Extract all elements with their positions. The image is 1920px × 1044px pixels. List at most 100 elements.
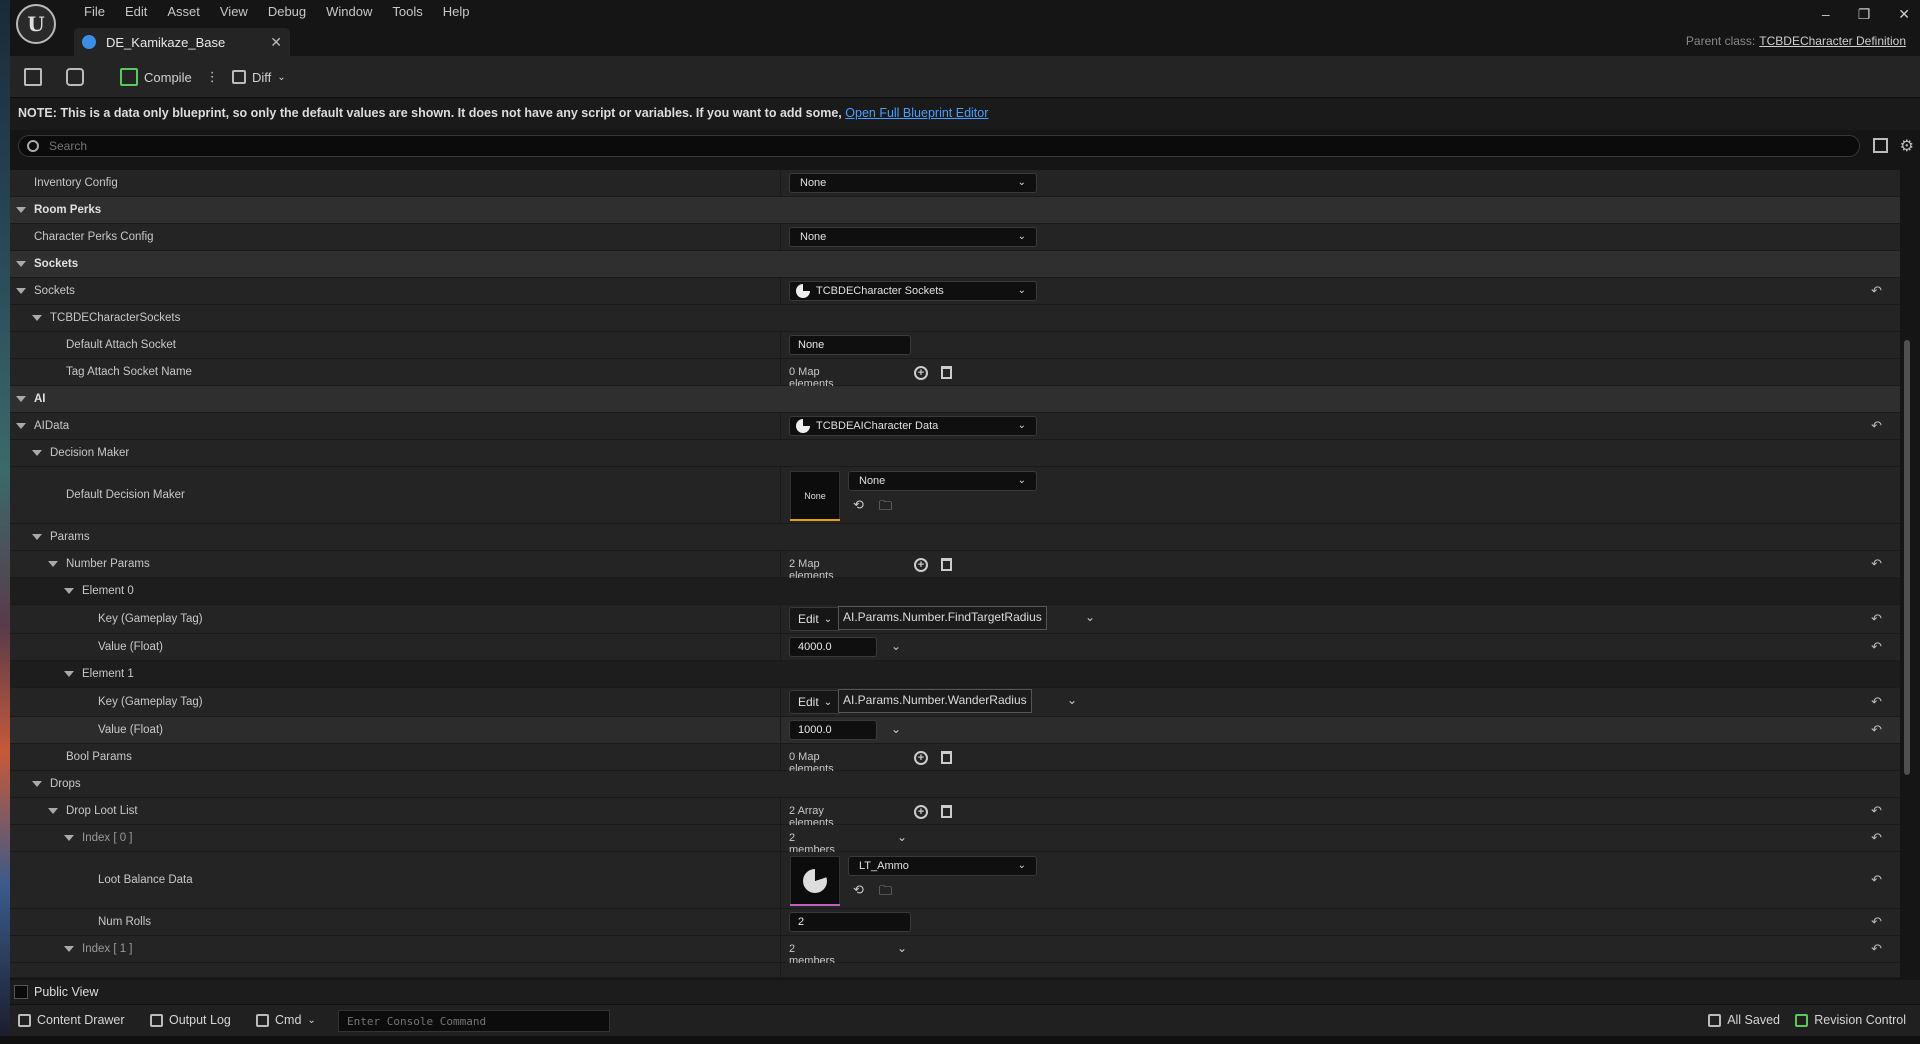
close-tab-icon[interactable]: ✕ <box>270 34 282 51</box>
category-sockets[interactable]: Sockets <box>10 251 1900 278</box>
add-element-icon[interactable]: + <box>914 366 928 380</box>
decision-maker-combo[interactable]: None ⌄ <box>848 471 1037 491</box>
add-element-icon[interactable]: + <box>914 805 928 819</box>
asset-thumbnail[interactable]: None <box>790 471 840 521</box>
compile-button[interactable]: Compile ⋮ <box>120 63 219 91</box>
collapse-arrow-icon[interactable] <box>16 261 26 267</box>
parent-class-link[interactable]: TCBDECharacter Definition <box>1759 34 1906 48</box>
float-value-input[interactable]: 1000.0 <box>789 720 877 740</box>
all-saved-button[interactable]: All Saved <box>1708 1013 1780 1027</box>
reset-to-default-icon[interactable]: ↶ <box>1871 914 1882 930</box>
float-value-input[interactable]: 4000.0 <box>789 637 877 657</box>
loot-balance-combo[interactable]: LT_Ammo ⌄ <box>848 856 1037 876</box>
chevron-down-icon[interactable]: ⌄ <box>897 941 907 955</box>
collapse-arrow-icon[interactable] <box>32 781 42 787</box>
row-label: Num Rolls <box>98 916 152 928</box>
category-ai[interactable]: AI <box>10 386 1900 413</box>
minimize-button[interactable]: – <box>1822 6 1830 23</box>
open-full-editor-link[interactable]: Open Full Blueprint Editor <box>845 106 988 120</box>
collapse-arrow-icon[interactable] <box>64 946 74 952</box>
trash-icon[interactable] <box>941 558 952 571</box>
aidata-combo[interactable]: TCBDEAICharacter Data ⌄ <box>789 416 1037 436</box>
menu-asset[interactable]: Asset <box>157 2 210 22</box>
cmd-button[interactable]: Cmd ⌄ <box>256 1013 316 1027</box>
reset-to-default-icon[interactable]: ↶ <box>1871 722 1882 738</box>
trash-icon[interactable] <box>941 805 952 818</box>
use-selected-icon[interactable]: ⟲ <box>853 882 867 897</box>
trash-icon[interactable] <box>941 751 952 764</box>
chevron-down-icon: ⌄ <box>1017 285 1026 296</box>
chevron-down-icon[interactable]: ⌄ <box>891 639 901 653</box>
collapse-arrow-icon[interactable] <box>48 808 58 814</box>
menu-debug[interactable]: Debug <box>258 2 316 22</box>
default-attach-socket-input[interactable]: None <box>789 335 911 355</box>
chevron-down-icon[interactable]: ⌄ <box>1085 610 1095 624</box>
use-selected-icon[interactable]: ⟲ <box>853 497 867 512</box>
save-button[interactable] <box>24 63 42 91</box>
collapse-arrow-icon[interactable] <box>16 423 26 429</box>
browse-button[interactable] <box>66 63 84 91</box>
asset-thumbnail[interactable] <box>790 856 840 906</box>
chevron-down-icon[interactable]: ⌄ <box>897 830 907 844</box>
collapse-arrow-icon[interactable] <box>32 315 42 321</box>
chevron-down-icon[interactable]: ⌄ <box>1067 693 1077 707</box>
collapse-arrow-icon[interactable] <box>64 671 74 677</box>
vertical-scrollbar[interactable] <box>1904 340 1910 775</box>
menu-file[interactable]: File <box>74 2 115 22</box>
collapse-arrow-icon[interactable] <box>32 534 42 540</box>
gameplay-tag-value[interactable]: AI.Params.Number.FindTargetRadius <box>838 606 1047 630</box>
inventory-config-combo[interactable]: None ⌄ <box>789 173 1037 193</box>
reset-to-default-icon[interactable]: ↶ <box>1871 611 1882 627</box>
collapse-arrow-icon[interactable] <box>64 835 74 841</box>
gameplay-tag-value[interactable]: AI.Params.Number.WanderRadius <box>838 689 1032 713</box>
reset-to-default-icon[interactable]: ↶ <box>1871 941 1882 957</box>
search-input[interactable] <box>49 139 1698 153</box>
revision-control-button[interactable]: Revision Control <box>1795 1013 1906 1027</box>
menu-view[interactable]: View <box>210 2 258 22</box>
menu-window[interactable]: Window <box>316 2 382 22</box>
public-view-checkbox[interactable] <box>14 985 28 999</box>
close-window-button[interactable]: ✕ <box>1898 6 1910 23</box>
reset-to-default-icon[interactable]: ↶ <box>1871 639 1882 655</box>
add-element-icon[interactable]: + <box>914 558 928 572</box>
asset-tab[interactable]: DE_Kamikaze_Base ✕ <box>74 28 290 56</box>
trash-icon[interactable] <box>941 366 952 379</box>
sockets-combo[interactable]: TCBDECharacter Sockets ⌄ <box>789 281 1037 301</box>
table-view-icon[interactable] <box>1873 138 1888 153</box>
edit-tag-button[interactable]: Edit ⌄ <box>789 607 842 631</box>
menu-edit[interactable]: Edit <box>115 2 157 22</box>
chevron-down-icon[interactable]: ⌄ <box>891 722 901 736</box>
menu-help[interactable]: Help <box>433 2 480 22</box>
reset-to-default-icon[interactable]: ↶ <box>1871 872 1882 888</box>
restore-button[interactable]: ❐ <box>1858 6 1871 23</box>
diff-button[interactable]: Diff ⌄ <box>232 63 286 91</box>
collapse-arrow-icon[interactable] <box>32 450 42 456</box>
row-num-rolls: Num Rolls 2 ↶ <box>10 909 1900 936</box>
content-drawer-button[interactable]: Content Drawer <box>18 1013 125 1027</box>
reset-to-default-icon[interactable]: ↶ <box>1871 418 1882 434</box>
character-perks-combo[interactable]: None ⌄ <box>789 227 1037 247</box>
category-room-perks[interactable]: Room Perks <box>10 197 1900 224</box>
output-log-button[interactable]: Output Log <box>150 1013 231 1027</box>
browse-folder-icon[interactable]: 🗀 <box>879 882 893 898</box>
collapse-arrow-icon[interactable] <box>16 396 26 402</box>
collapse-arrow-icon[interactable] <box>16 207 26 213</box>
collapse-arrow-icon[interactable] <box>64 588 74 594</box>
reset-to-default-icon[interactable]: ↶ <box>1871 830 1882 846</box>
collapse-arrow-icon[interactable] <box>48 561 58 567</box>
reset-to-default-icon[interactable]: ↶ <box>1871 694 1882 710</box>
gear-icon[interactable]: ⚙ <box>1900 136 1914 156</box>
num-rolls-input[interactable]: 2 <box>789 912 911 932</box>
reset-to-default-icon[interactable]: ↶ <box>1871 283 1882 299</box>
reset-to-default-icon[interactable]: ↶ <box>1871 556 1882 572</box>
browse-folder-icon[interactable]: 🗀 <box>879 497 893 513</box>
unreal-logo-icon[interactable]: U <box>16 4 56 44</box>
collapse-arrow-icon[interactable] <box>16 288 26 294</box>
reset-to-default-icon[interactable]: ↶ <box>1871 803 1882 819</box>
add-element-icon[interactable]: + <box>914 751 928 765</box>
console-command-input[interactable] <box>338 1010 610 1032</box>
compile-icon <box>120 68 138 86</box>
more-options-icon[interactable]: ⋮ <box>206 69 219 85</box>
edit-tag-button[interactable]: Edit ⌄ <box>789 690 842 714</box>
menu-tools[interactable]: Tools <box>382 2 432 22</box>
